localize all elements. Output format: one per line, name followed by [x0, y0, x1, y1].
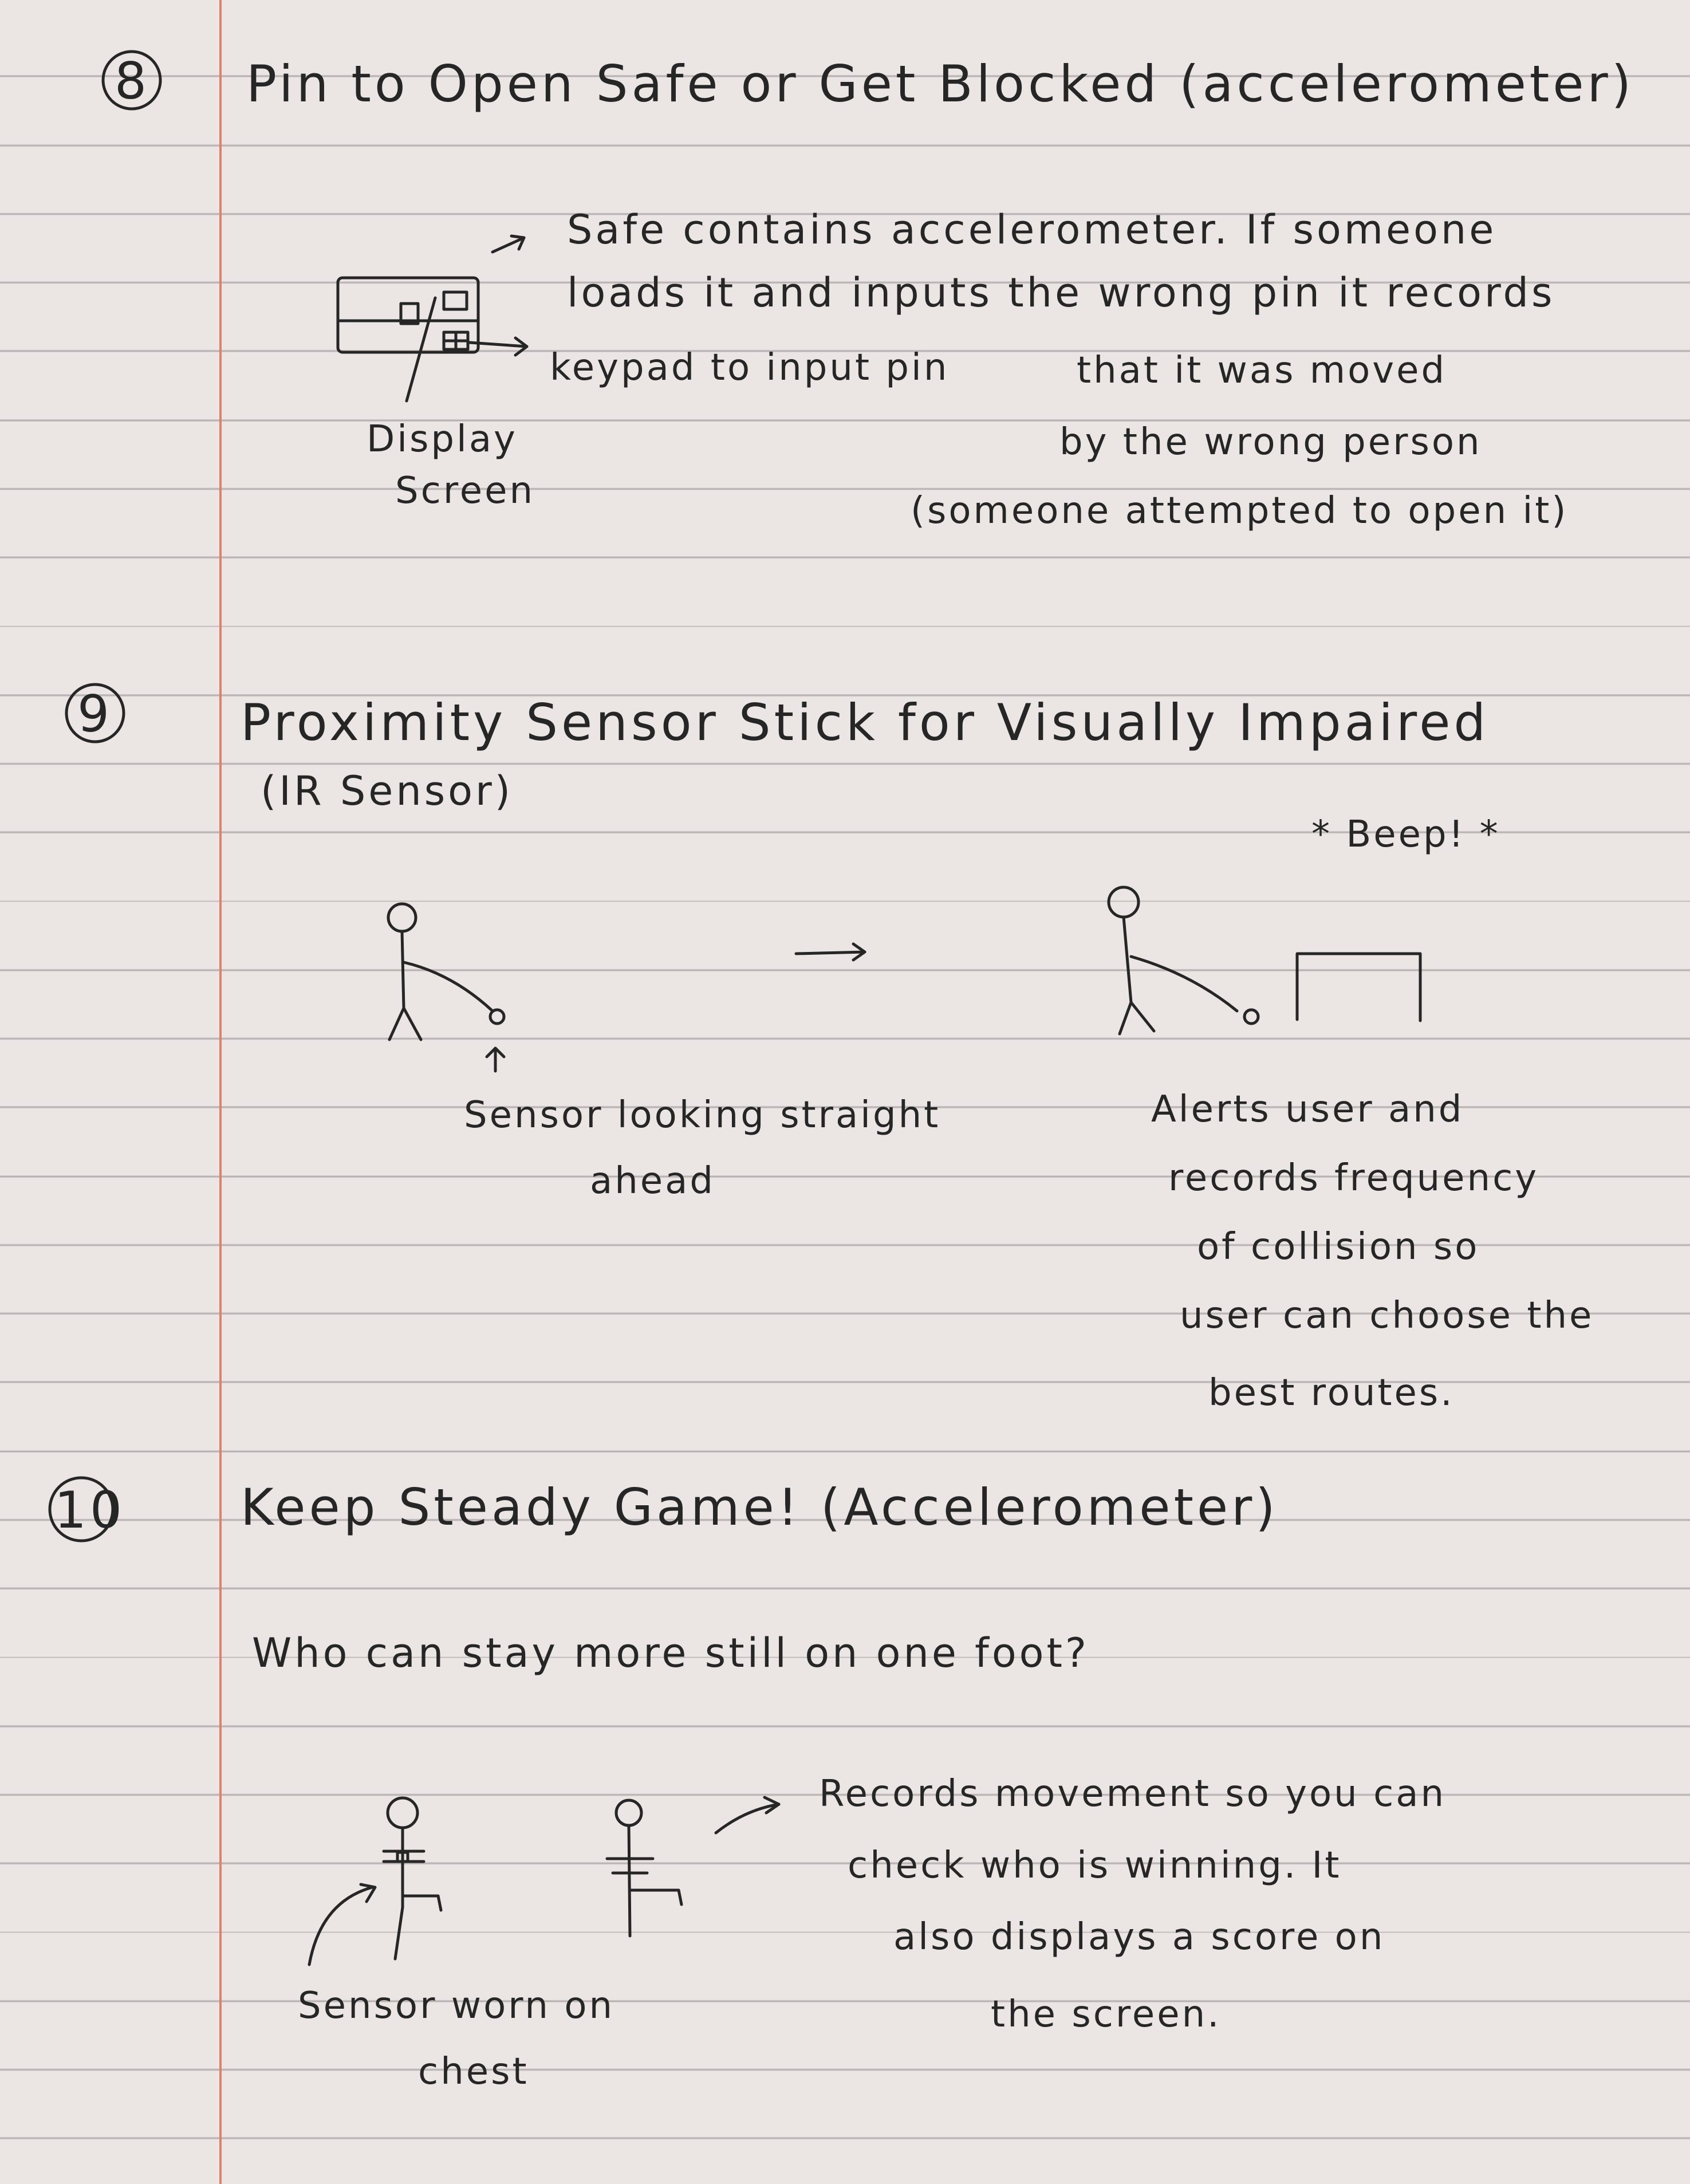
section-10-number-circle — [48, 1476, 115, 1542]
notebook-page: 8 Pin to Open Safe or Get Blocked (accel… — [0, 0, 1690, 2184]
section-9-number-circle — [65, 683, 125, 743]
obstacle-box — [1295, 952, 1422, 1022]
stick-figure-balancing — [308, 1796, 443, 1966]
stick-figure-with-cane — [387, 902, 506, 1073]
sketches — [48, 50, 1422, 1966]
arrow-icon — [794, 942, 866, 962]
stick-figure-near-obstacle — [1107, 886, 1260, 1036]
arrow-icon — [491, 234, 526, 254]
sensor-pointer-line — [308, 1886, 374, 1966]
arrow-icon — [714, 1796, 781, 1835]
section-8-number-circle — [101, 50, 162, 111]
safe-sketch — [336, 276, 480, 403]
stick-figure-balancing — [605, 1799, 683, 1938]
display-pointer-line — [405, 296, 437, 403]
